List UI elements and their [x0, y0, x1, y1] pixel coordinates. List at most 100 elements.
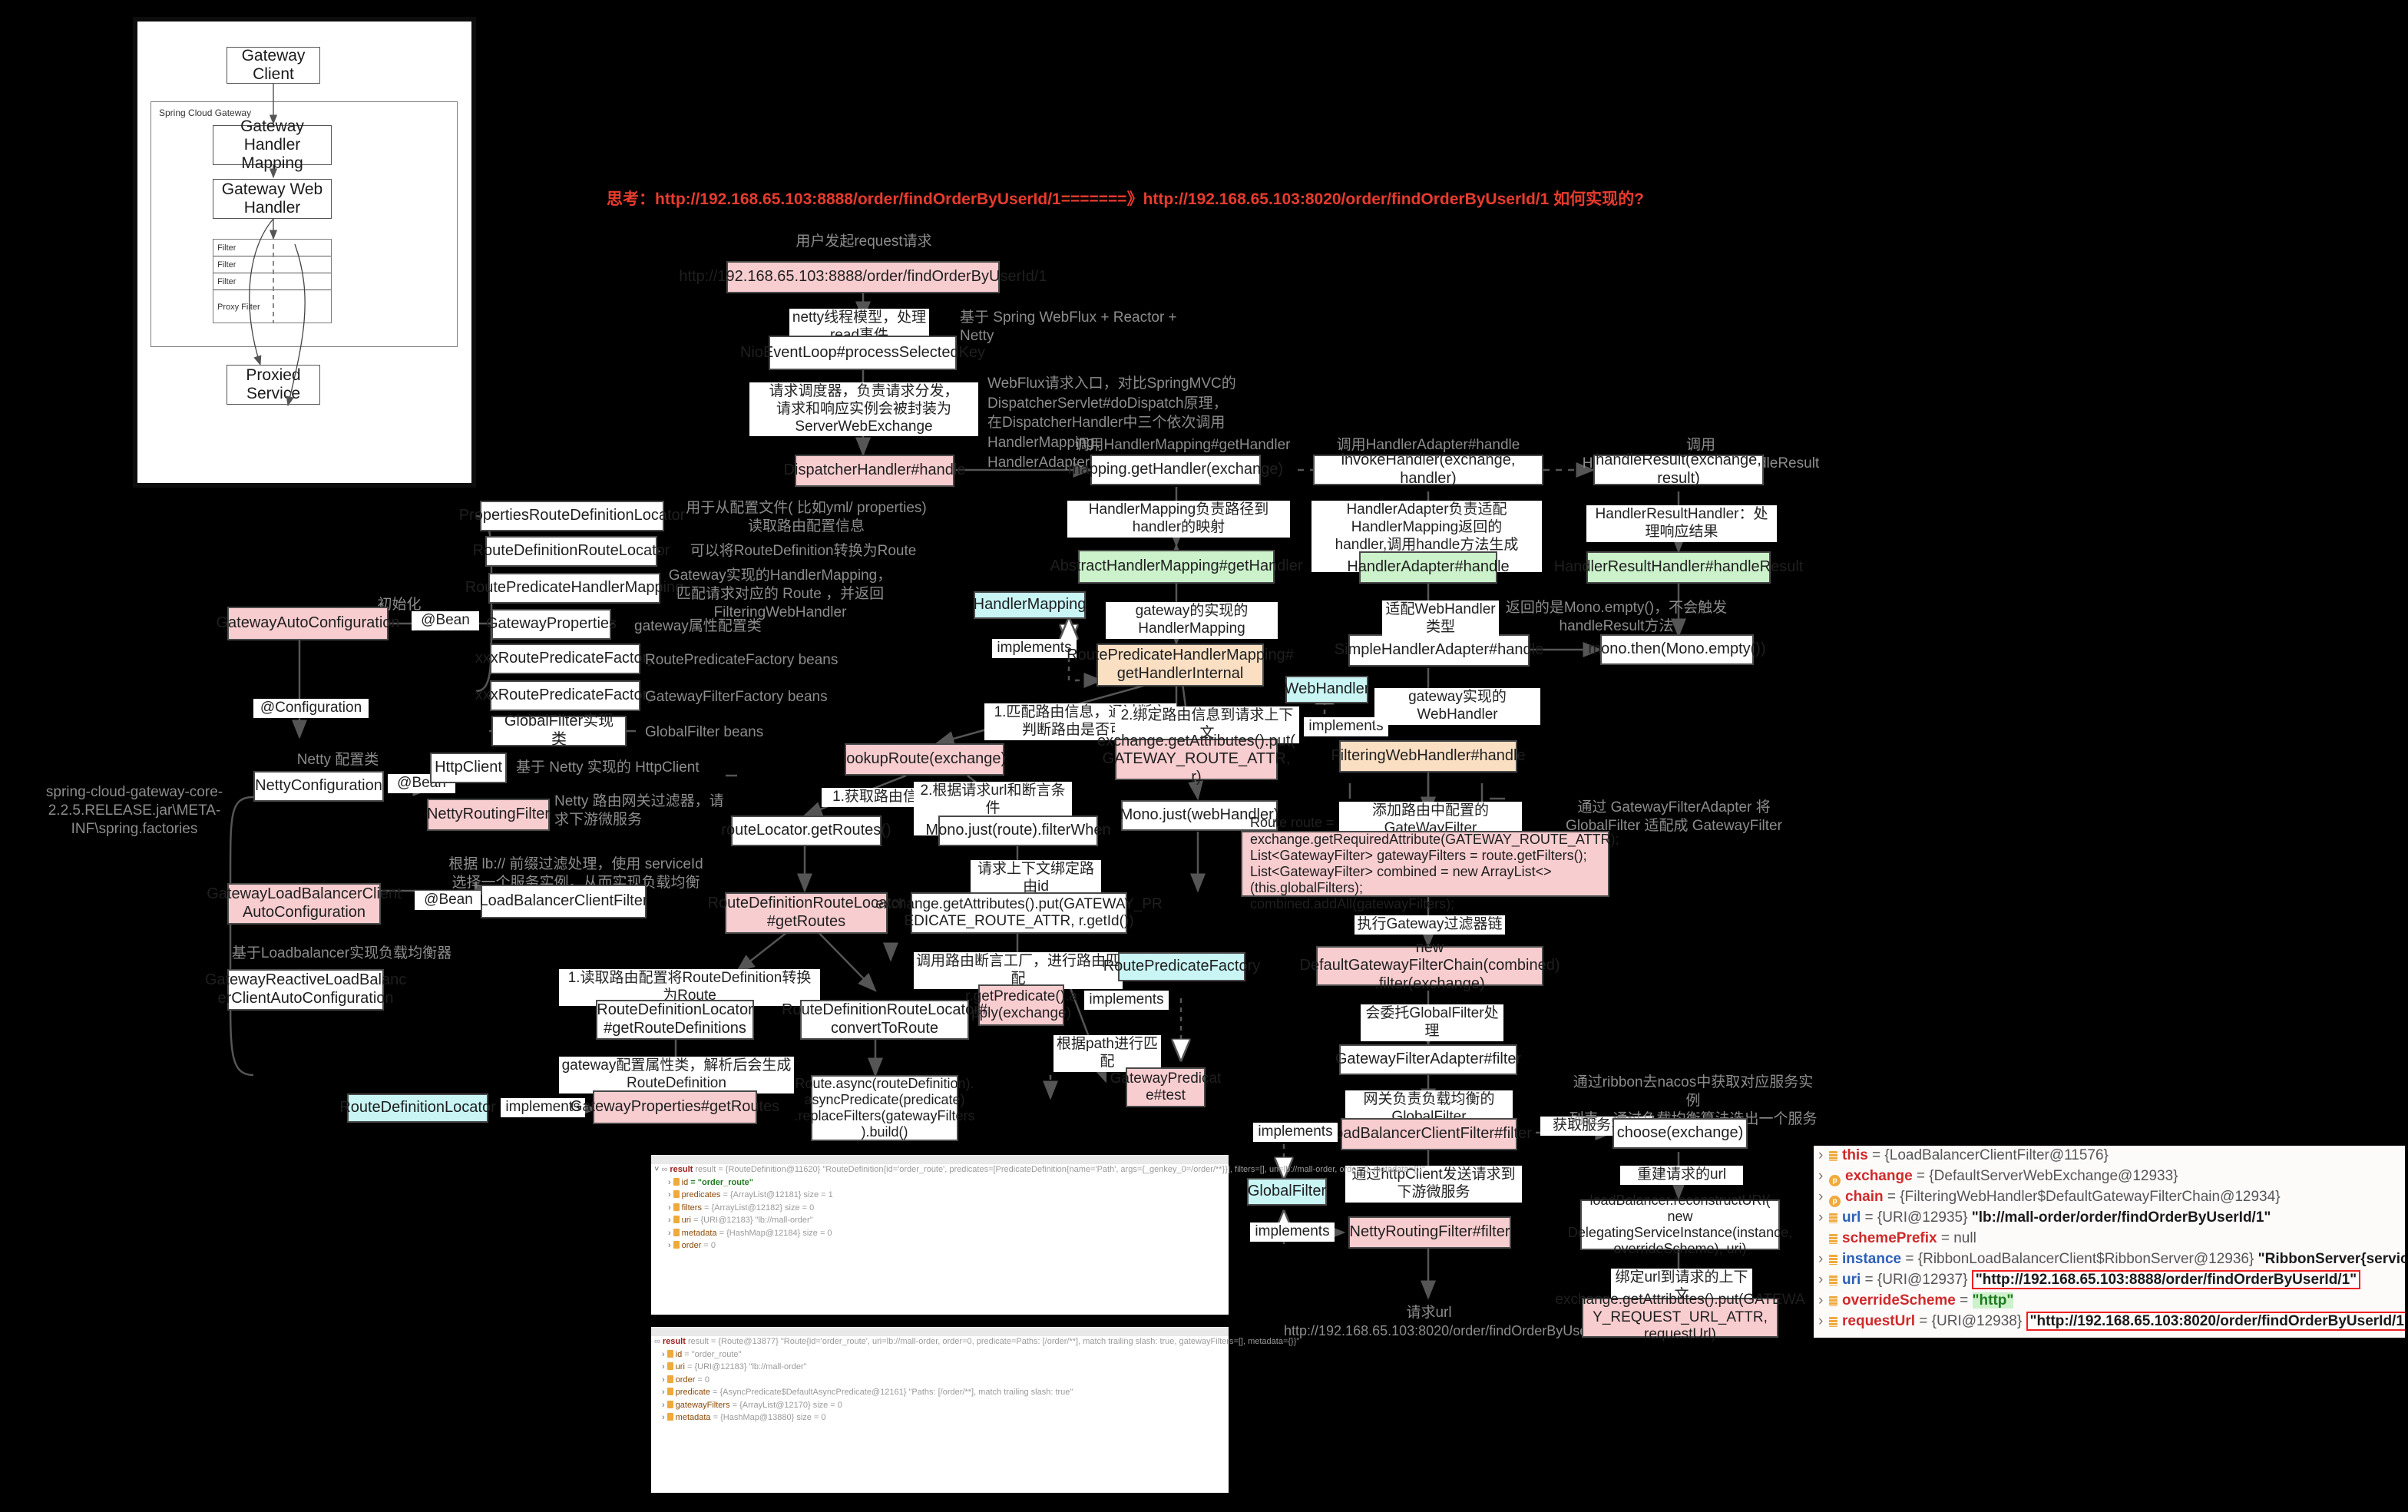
variable-name: predicates [681, 1190, 721, 1200]
node-netty-configuration: NettyConfiguration [253, 771, 384, 802]
expand-chevron-icon[interactable]: › [668, 1241, 671, 1251]
expand-chevron-icon[interactable]: › [1818, 1270, 1829, 1291]
debug-variable-row[interactable]: › id = "order_route" [651, 1348, 1229, 1361]
variable-row[interactable]: › this = {LoadBalancerClientFilter@11576} [1814, 1146, 2405, 1166]
variable-value: = 0 [697, 1375, 710, 1385]
expand-chevron-icon[interactable]: › [1818, 1312, 1829, 1332]
node-rdl-interface: RouteDefinitionLocator [339, 1093, 496, 1123]
debug-panel-header-bar [651, 1155, 1229, 1164]
variable-row[interactable]: › requestUrl = {URI@12938} "http://192.16… [1814, 1311, 2405, 1332]
debug-variable-row[interactable]: › predicate = {AsyncPredicate$DefaultAsyn… [651, 1386, 1229, 1399]
debug-variable-row[interactable]: › order = 0 [651, 1374, 1229, 1387]
variable-row[interactable]: schemePrefix = null [1814, 1229, 2405, 1249]
field-icon [673, 1177, 680, 1186]
note-bind-routeid: 请求上下文绑定路由id [971, 860, 1101, 897]
expand-chevron-icon[interactable]: › [1818, 1208, 1829, 1229]
node-gateway-filter-adapter: GatewayFilterAdapter#filter [1335, 1044, 1521, 1075]
debug-variable-row[interactable]: › order = 0 [651, 1239, 1229, 1252]
node-route-definition-route-locator: RouteDefinitionRouteLocator [473, 536, 670, 567]
expand-chevron-icon[interactable]: › [662, 1401, 665, 1410]
page-title-red: 思考：http://192.168.65.103:8888/order/find… [607, 190, 1644, 208]
debugger-variables-panel[interactable]: › this = {LoadBalancerClientFilter@11576}… [1814, 1146, 2405, 1338]
variable-name: uri [681, 1216, 691, 1226]
expand-chevron-icon[interactable]: › [662, 1413, 665, 1423]
node-dispatcher-handle: DispatcherHandler#handle [784, 455, 965, 487]
expand-chevron-icon[interactable]: › [662, 1388, 665, 1397]
node-lbcf-filter: LoadBalancerClientFilter#filter [1326, 1118, 1532, 1150]
field-icon [666, 1349, 673, 1358]
node-invoke-handler: invokeHandler(exchange, handler) [1313, 452, 1543, 487]
field-icon [1829, 1213, 1837, 1223]
variable-value: = {ArrayList@12170} size = 0 [732, 1400, 842, 1410]
variable-value: = 0 [703, 1241, 716, 1251]
debug-variable-row[interactable]: › filters = {ArrayList@12182} size = 0 [651, 1202, 1229, 1215]
variable-row[interactable]: › p chain = {FilteringWebHandler$DefaultGa… [1814, 1187, 2405, 1208]
expand-chevron-icon[interactable]: › [668, 1203, 671, 1213]
variable-value: = {HashMap@13880} size = 0 [713, 1413, 826, 1423]
field-icon [673, 1203, 680, 1211]
node-xxx-route-predicate-factory-1: xxxRoutePredicateFactory [475, 644, 655, 674]
note-exec-chain: 执行Gateway过滤器链 [1354, 915, 1505, 935]
field-icon [1829, 1233, 1837, 1244]
variable-type: = {FilteringWebHandler$DefaultGatewayFil… [1883, 1188, 2281, 1205]
debug-panel-routedefinition[interactable]: ˅ ∞ result result = {RouteDefinition@1162… [651, 1155, 1425, 1315]
variable-value: = {HashMap@12184} size = 0 [719, 1228, 832, 1238]
field-icon [666, 1400, 673, 1408]
debug-header-text: result = {RouteDefinition@11620} "RouteD… [695, 1165, 1425, 1174]
variable-value: = "order_route" [690, 1177, 753, 1187]
debug-variable-row[interactable]: › id = "order_route" [651, 1176, 1229, 1189]
variable-name: uri [1842, 1271, 1861, 1288]
parameter-icon: p [1829, 1195, 1841, 1207]
note-delegate-globalfilter: 会委托GlobalFilter处理 [1361, 1004, 1503, 1041]
expand-chevron-icon[interactable]: › [1818, 1187, 1829, 1208]
debug-variable-row[interactable]: › uri = {URI@12183} "lb://mall-order" [651, 1361, 1229, 1374]
expand-chevron-icon[interactable]: › [668, 1216, 671, 1225]
expand-chevron-icon[interactable]: › [668, 1190, 671, 1199]
node-exchange-put-route: exchange.getAttributes().put( GATEWAY_RO… [1097, 732, 1295, 786]
debug-variable-row[interactable]: › metadata = {HashMap@13880} size = 0 [651, 1411, 1229, 1424]
variable-row[interactable]: › instance = {RibbonLoadBalancerClient$Ri… [1814, 1249, 2405, 1270]
variable-name: order [681, 1241, 702, 1251]
expand-chevron-icon[interactable]: › [1818, 1166, 1829, 1187]
debug-header-row: ˅ ∞ result result = {RouteDefinition@1162… [654, 1165, 1425, 1174]
variable-name: chain [1845, 1188, 1884, 1205]
note-mapping-role: HandlerMapping负责路径到handler的映射 [1067, 501, 1290, 538]
expand-chevron-icon[interactable]: › [668, 1229, 671, 1238]
expand-chevron-icon[interactable]: › [668, 1178, 671, 1187]
note-implements-1: implements [992, 639, 1077, 658]
variable-name: metadata [675, 1413, 711, 1423]
expand-chevron-icon[interactable]: ˅ [654, 1165, 659, 1174]
architecture-reference-image: Gateway Client Spring Cloud Gateway Gate… [133, 17, 476, 488]
variable-row[interactable]: › url = {URI@12935} "lb://mall-order/orde… [1814, 1208, 2405, 1229]
debug-panel-route[interactable]: ∞ result result = {Route@13877} "Route{i… [651, 1327, 1299, 1493]
expand-chevron-icon[interactable]: › [662, 1375, 665, 1385]
variable-row[interactable]: › p exchange = {DefaultServerWebExchange@1… [1814, 1166, 2405, 1187]
note-request-url-value: http://192.168.65.103:8020/order/findOrd… [1284, 1323, 1616, 1338]
expand-chevron-icon[interactable]: › [1818, 1249, 1829, 1270]
note-mono-empty: 返回的是Mono.empty()，不会触发 handleResult方法 [1505, 600, 1728, 634]
variable-row[interactable]: › overrideScheme = "http" [1814, 1291, 2405, 1312]
debug-variable-row[interactable]: › predicates = {ArrayList@12181} size = 1 [651, 1189, 1229, 1202]
expand-chevron-icon[interactable]: › [1818, 1291, 1829, 1312]
node-route-predicate-handler-mapping: RoutePredicateHandlerMapping [465, 573, 683, 604]
field-icon [673, 1228, 680, 1236]
note-globalfilter-beans: GlobalFilter beans [645, 724, 764, 740]
note-netty-routing: Netty 路由网关过滤器，请 求下游微服务 [554, 793, 724, 828]
node-grlbc-auto-configuration: GatewayReactiveLoadBalanc erClientAutoCo… [205, 969, 406, 1011]
debug-variable-row[interactable]: › uri = {URI@12183} "lb://mall-order" [651, 1214, 1229, 1227]
variable-row[interactable]: › uri = {URI@12937} "http://192.168.65.10… [1814, 1269, 2405, 1291]
node-netty-routing-filter: NettyRoutingFilter [427, 799, 550, 831]
variable-type: = null [1937, 1229, 1976, 1246]
node-handlerresult-handler: HandlerResultHandler#handleResult [1554, 551, 1803, 584]
field-icon [1829, 1316, 1837, 1327]
expand-chevron-icon[interactable]: › [1818, 1146, 1829, 1166]
node-routepredicate-factory: RoutePredicateFactory [1103, 952, 1260, 981]
expand-chevron-icon[interactable]: › [662, 1362, 665, 1371]
note-implements-6: implements [1250, 1223, 1335, 1242]
debug-variable-row[interactable]: › metadata = {HashMap@12184} size = 0 [651, 1227, 1229, 1240]
note-dispatcher-desc: 请求调度器，负责请求分发， 请求和响应实例会被封装为ServerWebExcha… [749, 382, 978, 437]
expand-chevron-icon[interactable]: › [662, 1350, 665, 1359]
debug-variable-row[interactable]: › gatewayFilters = {ArrayList@12170} size… [651, 1399, 1229, 1412]
variable-type: = {RibbonLoadBalancerClient$RibbonServer… [1901, 1250, 2254, 1267]
node-properties-route-definition-locator: PropertiesRouteDefinitionLocator [459, 501, 685, 531]
